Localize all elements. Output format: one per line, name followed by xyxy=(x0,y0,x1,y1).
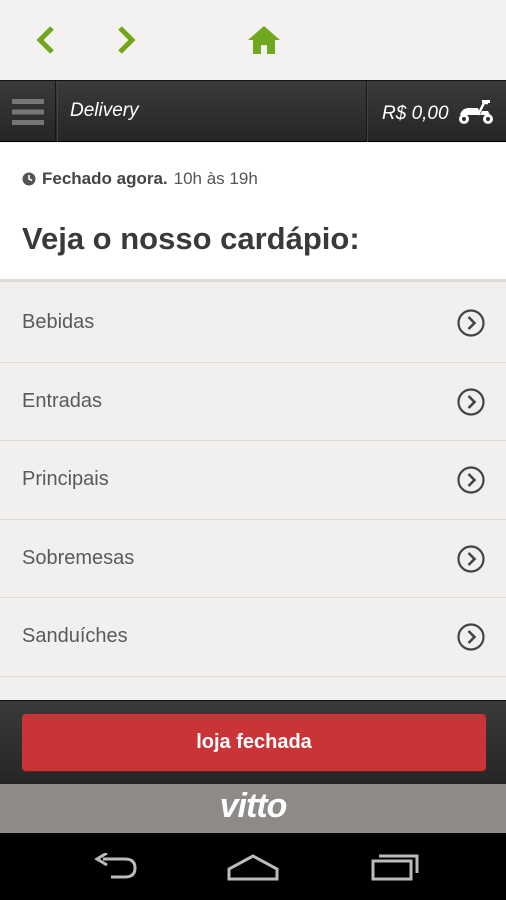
system-home-button[interactable] xyxy=(225,849,281,885)
category-label: Sobremesas xyxy=(22,546,135,569)
scooter-icon[interactable] xyxy=(456,97,496,127)
list-item-sobremesas[interactable]: Sobremesas xyxy=(0,519,506,598)
list-item-bebidas[interactable]: Bebidas xyxy=(0,284,506,363)
browser-nav-bar xyxy=(0,0,506,80)
store-closed-button[interactable]: loja fechada xyxy=(22,714,486,771)
system-back-button[interactable] xyxy=(86,849,142,885)
app-title: Delivery xyxy=(70,100,139,121)
chevron-circle-right-icon xyxy=(457,387,485,416)
home-button[interactable] xyxy=(244,20,284,60)
clock-icon xyxy=(22,172,36,186)
system-recents-button[interactable] xyxy=(367,849,423,885)
list-item-principais[interactable]: Principais xyxy=(0,441,506,520)
hours-label: 10h às 19h xyxy=(173,169,258,188)
list-item-sanduiches[interactable]: Sanduíches xyxy=(0,598,506,677)
footer-action-bar: loja fechada xyxy=(0,700,506,784)
category-label: Bebidas xyxy=(22,311,95,333)
chevron-circle-right-icon xyxy=(457,466,485,494)
category-label: Entradas xyxy=(22,389,103,412)
category-label: Principais xyxy=(22,468,109,490)
list-item-entradas[interactable]: Entradas xyxy=(0,362,506,441)
chevron-right-icon xyxy=(118,26,136,54)
forward-button[interactable] xyxy=(106,20,146,60)
divider xyxy=(366,81,367,142)
opening-hours: Fechado agora. 10h às 19h xyxy=(22,169,258,189)
home-icon xyxy=(248,26,280,54)
brand-logo: vitto xyxy=(219,787,288,825)
chevron-left-icon xyxy=(36,26,54,54)
chevron-circle-right-icon xyxy=(457,544,485,573)
category-label: Sanduíches xyxy=(22,625,128,647)
status-closed-label: Fechado agora. xyxy=(42,169,168,188)
back-button[interactable] xyxy=(26,20,66,60)
android-home-icon xyxy=(227,854,279,881)
brand-bar: vitto xyxy=(0,784,506,833)
hamburger-menu-icon xyxy=(11,98,44,125)
category-list: Bebidas Entradas Principais Sobremesas S… xyxy=(0,284,506,677)
android-back-icon xyxy=(94,853,137,879)
page-title: Veja o nosso cardápio: xyxy=(22,221,360,256)
cart-total[interactable]: R$ 0,00 xyxy=(382,103,449,125)
android-recents-icon xyxy=(371,854,419,881)
chevron-circle-right-icon xyxy=(457,623,485,651)
system-nav-bar xyxy=(0,833,506,900)
divider xyxy=(57,81,58,142)
app-header: Delivery R$ 0,00 xyxy=(0,80,506,142)
menu-button[interactable] xyxy=(0,81,56,142)
chevron-circle-right-icon xyxy=(457,309,485,337)
store-status-panel: Fechado agora. 10h às 19h Veja o nosso c… xyxy=(0,143,506,282)
